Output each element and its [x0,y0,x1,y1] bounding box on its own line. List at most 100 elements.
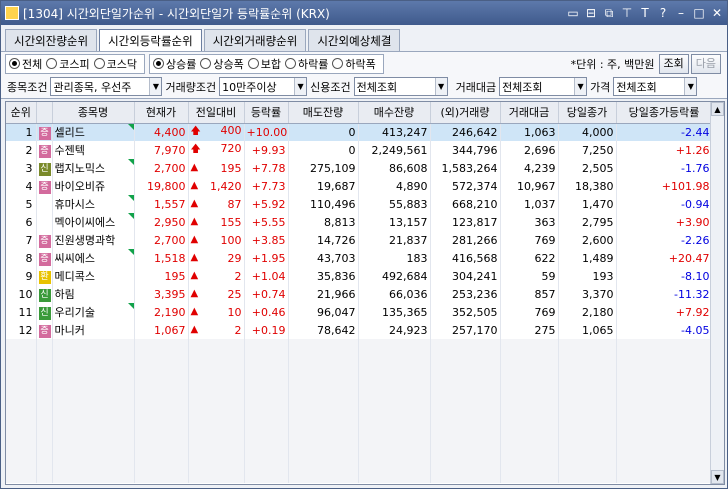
table-row[interactable]: 3 신 랩지노믹스 2,700 ▲ 195 +7.78 275,109 86,608 1,583,… [6,159,713,177]
rank-cell: 7 [6,231,37,249]
stock-name[interactable]: 랩지노믹스 [55,162,106,175]
table-row[interactable]: 12 증 마니커 1,067 ▲ 2 +0.19 78,642 24,923 257,170 275… [6,321,713,339]
scroll-up-icon[interactable]: ▲ [711,102,724,116]
stock-name[interactable]: 마니커 [55,324,85,337]
close-rate-cell: -2.44 [616,123,713,141]
market-radios-option[interactable]: 코스피 [46,56,90,72]
stock-name[interactable]: 셀리드 [55,126,85,139]
rate-cell: +1.04 [244,267,289,285]
price-cell: 3,395 [134,285,189,303]
table-row[interactable]: 11 신 우리기술 2,190 ▲ 10 +0.46 96,047 135,365 352,505… [6,303,713,321]
change-value: 100 [220,233,242,247]
close-icon[interactable]: ✕ [709,5,725,21]
empty-cell [134,393,189,411]
tab-0[interactable]: 시간외잔량순위 [5,29,98,51]
stock-name[interactable]: 우리기술 [55,306,95,319]
radio-icon [46,58,58,69]
stock-name[interactable]: 바이오비쥬 [55,180,106,193]
table-row[interactable]: 2 증 수젠텍 7,970 🡅 720 +9.93 0 2,249,561 344,796 2,69… [6,141,713,159]
table-row[interactable]: 1 증 셀리드 4,400 🡅 400 +10.00 0 413,247 246,642 1,063… [6,123,713,141]
empty-cell [288,393,359,411]
screen-icon[interactable]: ▭ [565,5,581,21]
market-radios-option[interactable]: 코스닥 [93,56,137,72]
rank-radios-option[interactable]: 하락폭 [332,56,376,72]
tab-2[interactable]: 시간외거래량순위 [203,29,307,51]
table-row[interactable]: 8 증 씨씨에스 1,518 ▲ 29 +1.95 43,703 183 416,568 622 1,… [6,249,713,267]
column-header[interactable]: 매수잔량 [358,102,431,124]
column-header[interactable]: 전일대비 [188,102,245,124]
stock-name[interactable]: 수젠텍 [55,144,85,157]
trade-amount-select[interactable]: 전체조회 ▼ [499,77,588,96]
stock-name[interactable]: 멕아이씨에스 [55,216,116,229]
rank-radios-option[interactable]: 보합 [247,56,281,72]
rank-radios-option[interactable]: 상승률 [153,56,196,72]
rank-radios-option[interactable]: 하락률 [285,56,328,72]
column-header[interactable] [36,102,53,124]
table-row[interactable]: 7 증 진원생명과학 2,700 ▲ 100 +3.85 14,726 21,837 281,26… [6,231,713,249]
next-button[interactable]: 다음 [690,53,721,74]
column-header[interactable]: 현재가 [134,102,189,124]
stock-name-cell: 수젠텍 [52,141,135,159]
price-select[interactable]: 전체조회 ▼ [613,77,698,96]
chevron-down-icon: ▼ [434,78,447,95]
market-radios-option[interactable]: 전체 [9,56,42,72]
empty-cell [616,339,713,357]
stock-name[interactable]: 진원생명과학 [55,234,116,247]
empty-cell [616,393,713,411]
table-row[interactable]: 5 휴마시스 1,557 ▲ 87 +5.92 110,496 55,883 668,210 1,… [6,195,713,213]
up-arrow-icon: ▲ [190,305,199,317]
limit-up-arrow-icon: 🡅 [190,125,201,137]
badge-cell: 증 [36,141,53,159]
minimize-icon[interactable]: – [673,5,689,21]
column-header[interactable]: (외)거래량 [430,102,501,124]
ranking-table: 순위 종목명 현재가 전일대비 등락률 매도잔량 매수잔량 (외)거래량 거래대금 당일종가 당일종… [6,102,713,483]
empty-cell [288,447,359,465]
copy-window-icon[interactable]: ⧉ [601,5,617,21]
tab-3[interactable]: 시간외예상체결 [308,29,401,51]
radio-label: 상승률 [166,57,197,71]
status-badge: 증 [38,324,51,338]
volume-condition-select[interactable]: 10만주이상 ▼ [219,77,308,96]
column-header[interactable]: 종목명 [52,102,135,124]
column-header[interactable]: 순위 [6,102,37,124]
layout-icon[interactable]: ⊟ [583,5,599,21]
table-row[interactable]: 6 멕아이씨에스 2,950 ▲ 155 +5.55 8,813 13,157 123,817 3… [6,213,713,231]
maximize-icon[interactable]: □ [691,5,707,21]
scroll-down-icon[interactable]: ▼ [711,470,724,484]
vertical-scrollbar[interactable]: ▲ ▼ [710,102,724,484]
volume-cell: 668,210 [430,195,501,213]
query-button[interactable]: 조회 [658,53,689,74]
close-cell: 3,370 [558,285,617,303]
stock-name[interactable]: 메디콕스 [55,270,95,283]
column-header[interactable]: 거래대금 [500,102,559,124]
pin-icon[interactable]: ⊤ [619,5,635,21]
status-badge: 신 [38,288,51,302]
stock-name[interactable]: 씨씨에스 [55,252,95,265]
column-header[interactable]: 매도잔량 [288,102,359,124]
stock-name[interactable]: 휴마시스 [55,198,95,211]
stock-name[interactable]: 하림 [55,288,75,301]
close-rate-cell: +20.47 [616,249,713,267]
tab-1[interactable]: 시간외등락률순위 [99,29,202,51]
column-header[interactable]: 등락률 [244,102,289,124]
empty-cell [52,357,135,375]
empty-cell [288,429,359,447]
amount-cell: 769 [500,303,559,321]
credit-condition-select[interactable]: 전체조회 ▼ [353,77,448,96]
empty-cell [558,465,617,483]
rate-cell: +7.78 [244,159,289,177]
change-cell: ▲ 100 [188,231,245,249]
stock-condition-select[interactable]: 관리종목, 우선주 ▼ [50,77,163,96]
empty-cell [188,375,245,393]
column-header[interactable]: 당일종가등락률 [616,102,713,124]
table-row[interactable]: 9 환 메디콕스 195 ▲ 2 +1.04 35,836 492,684 304,241 59 19… [6,267,713,285]
table-row[interactable]: 4 증 바이오비쥬 19,800 ▲ 1,420 +7.73 19,687 4,890 572,3… [6,177,713,195]
table-row[interactable]: 10 신 하림 3,395 ▲ 25 +0.74 21,966 66,036 253,236 857… [6,285,713,303]
rank-radios-option[interactable]: 상승폭 [200,56,244,72]
column-header[interactable]: 당일종가 [558,102,617,124]
radio-icon [9,58,20,69]
help-icon[interactable]: ? [655,5,671,21]
font-icon[interactable]: T [637,5,653,21]
volume-cell: 246,642 [430,123,501,141]
empty-cell [244,339,289,357]
